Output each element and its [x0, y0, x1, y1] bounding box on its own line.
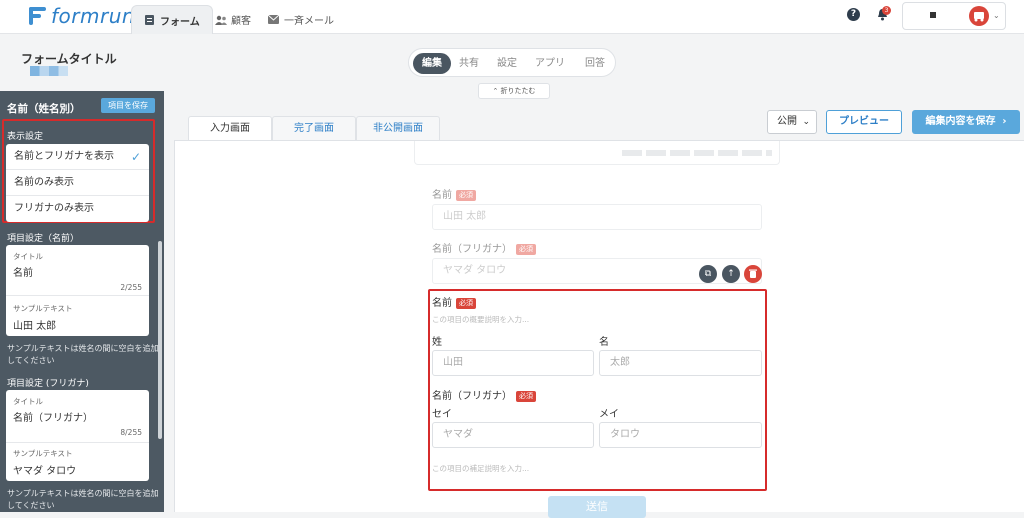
- supplement-placeholder[interactable]: この項目の補足説明を入力...: [432, 463, 529, 474]
- field-label: 名前（フリガナ） 必須: [432, 240, 536, 255]
- sample-field-input[interactable]: 山田 太郎: [13, 317, 56, 332]
- kana-sei-input[interactable]: ヤマダ: [432, 422, 594, 448]
- field-label: 名前 必須: [432, 186, 476, 201]
- mei-label: 名: [599, 337, 609, 348]
- nav-tab-label: フォーム: [160, 16, 200, 28]
- top-bar: formrun フォーム 顧客 一斉メール ? 3 ⌄: [0, 0, 1024, 34]
- description-placeholder[interactable]: この項目の概要説明を入力...: [432, 314, 529, 325]
- sei-label: 姓: [432, 337, 442, 348]
- field-label-text: 名前（フリガナ）: [432, 391, 512, 402]
- required-badge: 必須: [456, 298, 476, 309]
- help-icon[interactable]: ?: [847, 8, 860, 21]
- option-name-and-kana[interactable]: 名前とフリガナを表示 ✓: [6, 144, 149, 170]
- form-icon: [144, 15, 155, 25]
- option-name-only[interactable]: 名前のみ表示: [6, 170, 149, 196]
- sample-field-input[interactable]: ヤマダ タロウ: [13, 462, 76, 477]
- save-changes-label: 編集内容を保存: [925, 116, 996, 127]
- save-changes-button[interactable]: 編集内容を保存 ›: [912, 110, 1020, 134]
- tab-input[interactable]: 入力画面: [188, 116, 272, 141]
- publish-select[interactable]: 公開 ⌄: [767, 110, 817, 134]
- name-section-label: 項目設定（名前）: [7, 234, 80, 244]
- panel-title: 名前（姓名別）: [7, 103, 81, 115]
- title-field-label: タイトル: [13, 397, 43, 406]
- tab-complete[interactable]: 完了画面: [272, 116, 356, 140]
- field-settings-panel: 名前（姓名別） 項目を保存 表示設定 名前とフリガナを表示 ✓ 名前のみ表示 フ…: [0, 91, 164, 512]
- arrow-up-icon[interactable]: ↑: [722, 265, 740, 283]
- title-field-label: タイトル: [13, 252, 43, 261]
- seg-apps[interactable]: アプリ: [527, 53, 573, 74]
- required-badge: 必須: [516, 244, 536, 255]
- option-label: フリガナのみ表示: [14, 203, 94, 214]
- nav-tab-label: 一斉メール: [284, 16, 334, 27]
- chevron-down-icon: ⌄: [802, 117, 810, 127]
- seg-share[interactable]: 共有: [453, 53, 485, 74]
- kana-mei-input[interactable]: タロウ: [599, 422, 762, 448]
- divider: [6, 442, 149, 443]
- trash-icon[interactable]: [744, 265, 762, 283]
- page-title: フォームタイトル: [21, 52, 117, 66]
- nav-tab-mail[interactable]: 一斉メール: [256, 5, 346, 34]
- sei-input[interactable]: 山田: [432, 350, 594, 376]
- formrun-logo[interactable]: formrun: [26, 4, 135, 28]
- required-badge: 必須: [456, 190, 476, 201]
- account-menu[interactable]: ⌄: [902, 2, 1006, 30]
- avatar: [969, 6, 989, 26]
- account-name-redacted: [930, 12, 936, 18]
- sample-hint: サンプルテキストは姓名の間に空白を追加してください: [7, 344, 159, 365]
- fold-button[interactable]: ⌃ 折りたたむ: [478, 83, 550, 99]
- sample-field-label: サンプルテキスト: [13, 304, 73, 313]
- seg-responses[interactable]: 回答: [577, 53, 613, 74]
- required-badge: 必須: [516, 391, 536, 402]
- chevron-right-icon: ›: [998, 116, 1007, 127]
- option-kana-only[interactable]: フリガナのみ表示: [6, 196, 149, 222]
- mei-input[interactable]: 太郎: [599, 350, 762, 376]
- name-preview-input[interactable]: 山田 太郎: [432, 204, 762, 230]
- char-count: 2/255: [120, 283, 142, 292]
- chevron-down-icon: ⌄: [993, 11, 1000, 20]
- char-count: 8/255: [120, 428, 142, 437]
- check-icon: ✓: [130, 150, 141, 164]
- sample-hint: サンプルテキストは姓名の間に空白を追加してください: [7, 489, 159, 510]
- save-item-button[interactable]: 項目を保存: [101, 98, 155, 113]
- fold-label: 折りたたむ: [500, 87, 536, 95]
- option-label: 名前のみ表示: [14, 177, 74, 188]
- field-label-text: 名前（フリガナ）: [432, 244, 512, 255]
- logo-mark-icon: [26, 5, 48, 27]
- field-label-text: 名前: [432, 298, 452, 309]
- kana-field-label: 名前（フリガナ） 必須: [432, 387, 536, 402]
- field-label-text: 名前: [432, 190, 452, 201]
- notification-badge: 3: [882, 6, 891, 15]
- sample-field-label: サンプルテキスト: [13, 449, 73, 458]
- field-label: 名前 必須: [432, 294, 476, 309]
- title-field-input[interactable]: 名前: [13, 264, 33, 279]
- redacted-subtitle: [30, 66, 68, 76]
- title-field-input[interactable]: 名前（フリガナ）: [13, 409, 93, 424]
- divider: [6, 295, 149, 296]
- submit-button[interactable]: 送信: [548, 496, 646, 518]
- scrollbar[interactable]: [158, 241, 162, 439]
- edit-mode-switch: 編集 共有 設定 アプリ 回答: [408, 48, 616, 77]
- kana-sei-label: セイ: [432, 409, 452, 420]
- nav-tab-form[interactable]: フォーム: [131, 5, 213, 34]
- kana-settings-card: タイトル 名前（フリガナ） 8/255 サンプルテキスト ヤマダ タロウ: [6, 390, 149, 481]
- display-options: 名前とフリガナを表示 ✓ 名前のみ表示 フリガナのみ表示: [6, 144, 149, 222]
- kana-section-label: 項目設定 (フリガナ): [7, 379, 89, 389]
- display-settings-label: 表示設定: [7, 132, 44, 142]
- nav-tab-customers[interactable]: 顧客: [203, 5, 263, 34]
- preview-button[interactable]: プレビュー: [826, 110, 902, 134]
- publish-value: 公開: [777, 116, 797, 127]
- chevron-up-icon: ⌃: [492, 87, 499, 95]
- mail-icon: [267, 14, 280, 25]
- faded-text: [622, 150, 772, 156]
- tab-private[interactable]: 非公開画面: [356, 116, 440, 140]
- name-settings-card: タイトル 名前 2/255 サンプルテキスト 山田 太郎: [6, 245, 149, 336]
- nav-tab-label: 顧客: [231, 16, 251, 27]
- seg-edit[interactable]: 編集: [413, 53, 451, 74]
- copy-icon[interactable]: ⧉: [699, 265, 717, 283]
- option-label: 名前とフリガナを表示: [14, 151, 114, 162]
- people-icon: [215, 15, 227, 25]
- kana-mei-label: メイ: [599, 409, 619, 420]
- logo-text: formrun: [51, 4, 136, 28]
- seg-settings[interactable]: 設定: [491, 53, 523, 74]
